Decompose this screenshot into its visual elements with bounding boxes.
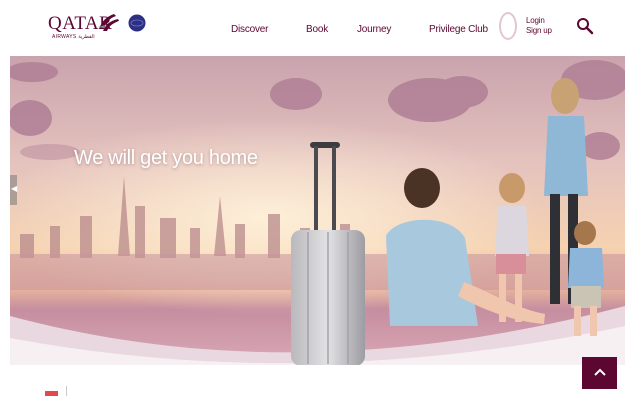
hero-banner: We will get you home [10,56,625,365]
oryx-icon [98,14,119,31]
chevron-left-icon: ◀ [11,184,18,193]
user-avatar-icon [499,12,517,40]
divider [66,386,67,396]
nav-privilege-club[interactable]: Privilege Club [429,24,488,36]
hero-image [10,56,625,365]
oneworld-icon[interactable] [128,14,146,32]
search-icon[interactable] [576,17,594,35]
scroll-to-top-button[interactable] [582,357,617,389]
chevron-up-icon [594,368,606,376]
hero-headline: We will get you home [74,147,258,169]
carousel-prev-button[interactable]: ◀ [10,175,17,205]
site-header: QATAR AIRWAYS القطرية Discover Book Jour… [0,0,625,56]
login-signup-button[interactable]: Login Sign up [499,12,559,42]
nav-discover[interactable]: Discover [231,24,268,36]
login-label: Login [526,16,545,25]
nav-book[interactable]: Book [306,24,328,36]
nav-journey[interactable]: Journey [357,24,391,36]
signup-label: Sign up [526,26,552,35]
logo-subline: AIRWAYS القطرية [52,34,95,40]
section-marker [45,391,58,396]
